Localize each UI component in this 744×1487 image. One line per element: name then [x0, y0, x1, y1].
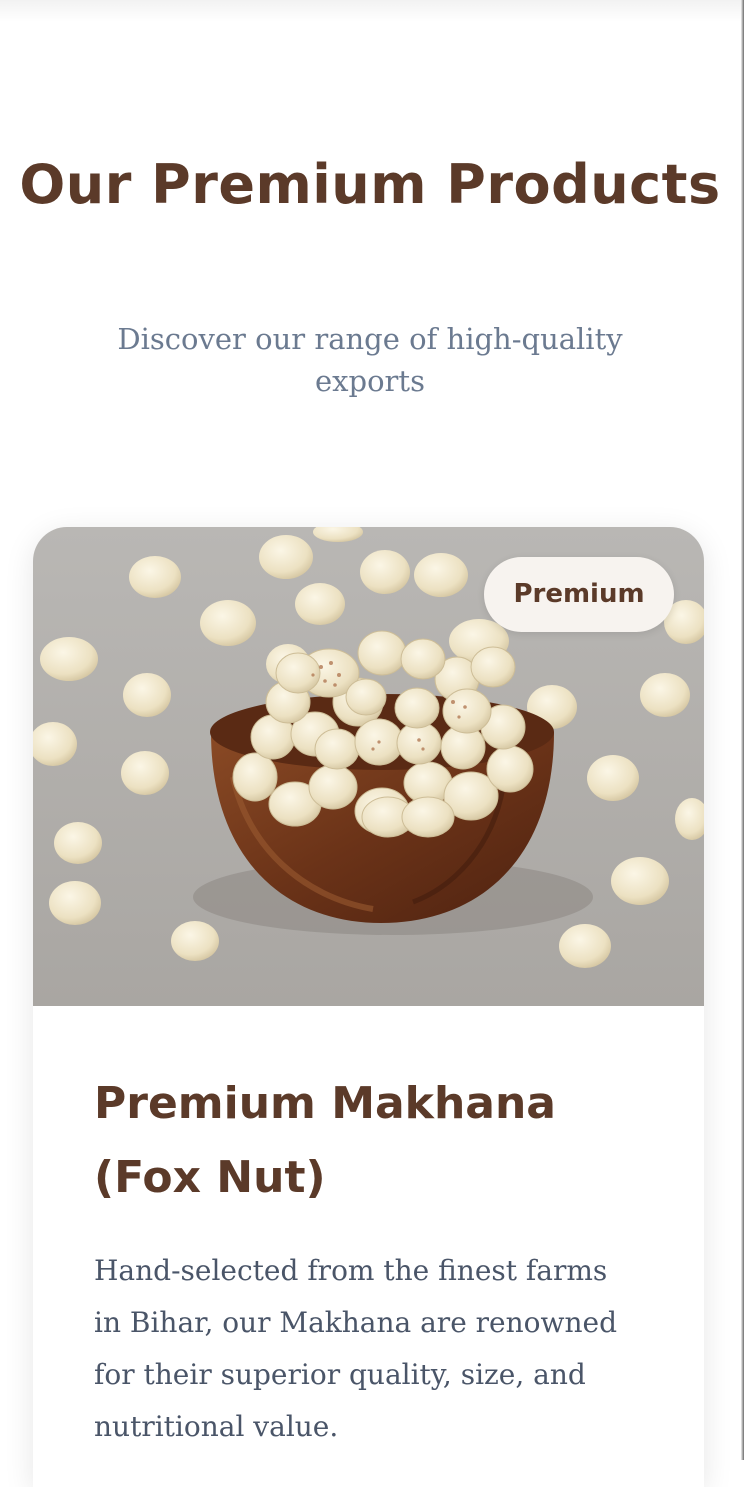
header-shadow — [0, 0, 744, 22]
premium-badge: Premium — [484, 557, 674, 632]
product-title: Premium Makhana (Fox Nut) — [94, 1078, 556, 1203]
section-subtitle: Discover our range of high-quality expor… — [117, 322, 623, 398]
product-description: Hand-selected from the finest farms in B… — [94, 1254, 618, 1443]
section-title: Our Premium Products — [19, 153, 721, 216]
product-card[interactable]: Premium Premium Makhana (Fox Nut) Hand-s… — [33, 527, 704, 1487]
